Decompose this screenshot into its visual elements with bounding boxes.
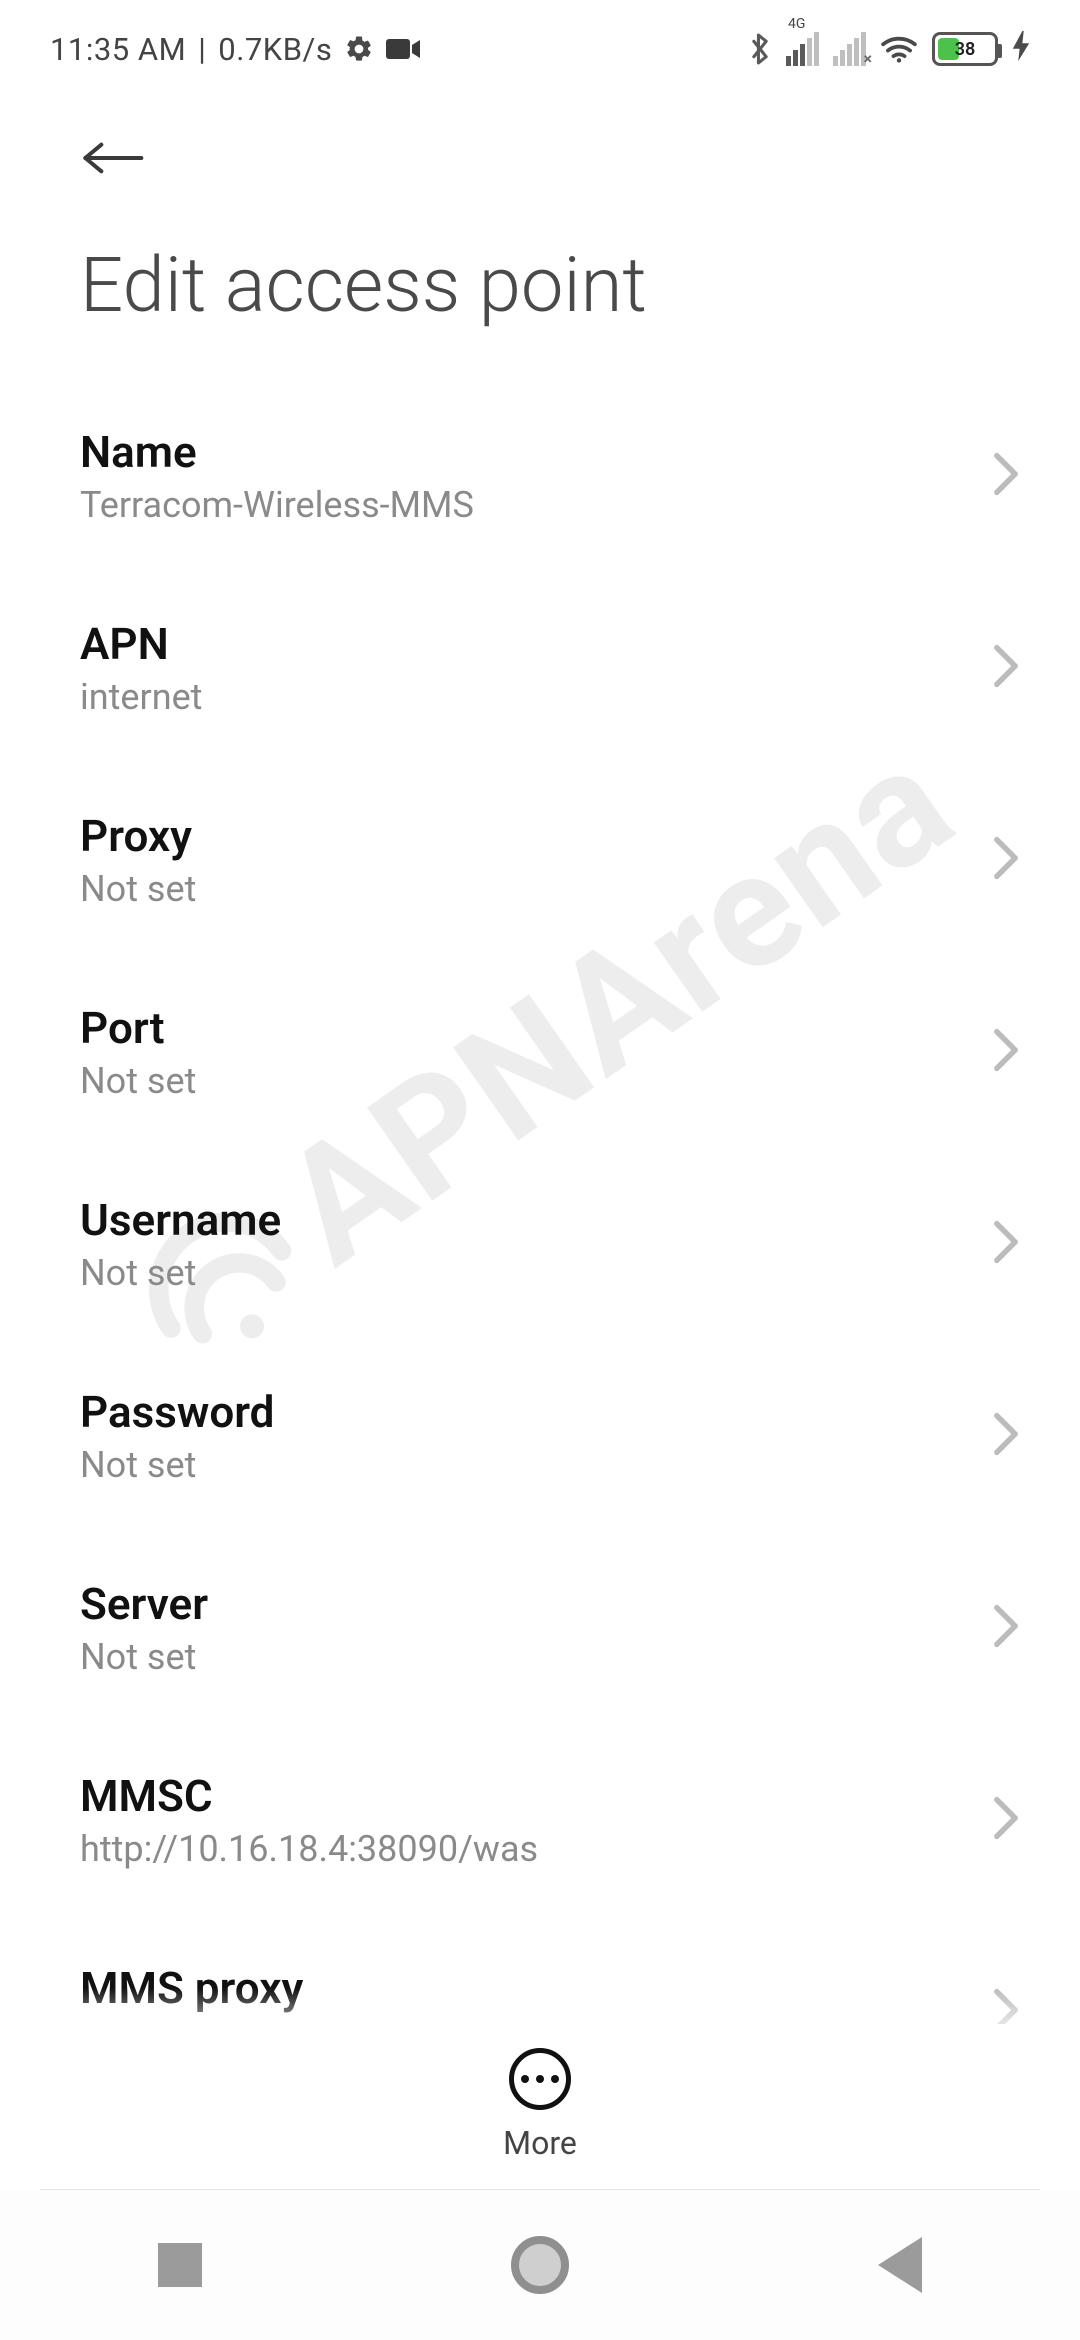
row-value: internet: [80, 676, 202, 718]
row-value: Not set: [80, 1636, 208, 1678]
chevron-right-icon: [992, 1220, 1020, 1268]
row-password[interactable]: Password Not set: [0, 1340, 1080, 1532]
battery-indicator: 38: [932, 32, 998, 66]
signal-1: 4G: [786, 32, 819, 66]
more-button[interactable]: [509, 2048, 571, 2110]
settings-gear-icon: [344, 34, 374, 64]
row-label: Name: [80, 426, 474, 478]
row-label: Port: [80, 1002, 196, 1054]
back-button[interactable]: [80, 120, 160, 200]
signal-2: ×: [833, 32, 866, 66]
bottom-toolbar: More: [0, 2024, 1080, 2190]
chevron-right-icon: [992, 1028, 1020, 1076]
row-server[interactable]: Server Not set: [0, 1532, 1080, 1724]
chevron-right-icon: [992, 1796, 1020, 1844]
chevron-right-icon: [992, 1412, 1020, 1460]
wifi-icon: [880, 34, 918, 64]
chevron-right-icon: [992, 836, 1020, 884]
row-label: Proxy: [80, 810, 196, 862]
row-value: Not set: [80, 1252, 281, 1294]
triangle-left-icon: [878, 2237, 922, 2293]
arrow-left-icon: [80, 136, 144, 184]
status-time: 11:35 AM: [50, 31, 186, 68]
nav-back-button[interactable]: [840, 2225, 960, 2305]
more-label: More: [503, 2124, 577, 2162]
circle-icon: [511, 2236, 569, 2294]
row-username[interactable]: Username Not set: [0, 1148, 1080, 1340]
square-icon: [158, 2243, 202, 2287]
no-sim-x-icon: ×: [864, 49, 873, 68]
chevron-right-icon: [992, 644, 1020, 692]
chevron-right-icon: [992, 1604, 1020, 1652]
row-label: APN: [80, 618, 202, 670]
camera-icon: [386, 37, 420, 61]
row-value: Not set: [80, 1444, 274, 1486]
row-mmsc[interactable]: MMSC http://10.16.18.4:38090/was: [0, 1724, 1080, 1916]
row-value: Terracom-Wireless-MMS: [80, 484, 474, 526]
row-label: MMS proxy: [80, 1962, 303, 2014]
page-title: Edit access point: [0, 210, 1080, 370]
row-apn[interactable]: APN internet: [0, 572, 1080, 764]
row-label: Server: [80, 1578, 208, 1630]
status-separator: |: [198, 31, 206, 68]
battery-percent: 38: [935, 35, 995, 63]
apn-settings-list: Name Terracom-Wireless-MMS APN internet …: [0, 370, 1080, 2108]
row-name[interactable]: Name Terracom-Wireless-MMS: [0, 380, 1080, 572]
charging-bolt-icon: [1012, 31, 1030, 68]
row-port[interactable]: Port Not set: [0, 956, 1080, 1148]
signal-1-type: 4G: [788, 16, 805, 32]
row-value: http://10.16.18.4:38090/was: [80, 1828, 538, 1870]
nav-home-button[interactable]: [480, 2225, 600, 2305]
row-value: Not set: [80, 1060, 196, 1102]
row-label: MMSC: [80, 1770, 538, 1822]
system-nav-bar: [0, 2190, 1080, 2340]
status-net-speed: 0.7KB/s: [218, 31, 332, 68]
status-bar: 11:35 AM | 0.7KB/s 4G × 38: [0, 0, 1080, 80]
row-label: Username: [80, 1194, 281, 1246]
row-value: Not set: [80, 868, 196, 910]
row-label: Password: [80, 1386, 274, 1438]
nav-recent-button[interactable]: [120, 2225, 240, 2305]
bluetooth-icon: [748, 32, 772, 66]
chevron-right-icon: [992, 452, 1020, 500]
row-proxy[interactable]: Proxy Not set: [0, 764, 1080, 956]
